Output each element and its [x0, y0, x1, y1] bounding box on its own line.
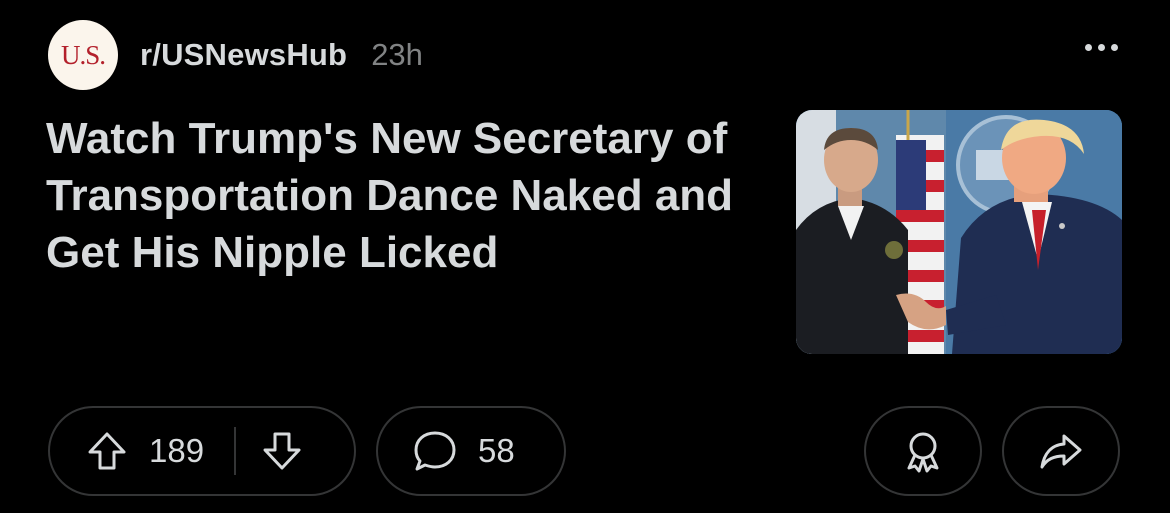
post-header: U.S. r/USNewsHub 23h	[48, 20, 423, 90]
subreddit-avatar[interactable]: U.S.	[48, 20, 118, 90]
award-button[interactable]	[864, 406, 982, 496]
post-card[interactable]: U.S. r/USNewsHub 23h Watch Trump's New S…	[0, 0, 1170, 513]
comment-count: 58	[478, 432, 515, 469]
vote-bar: 189	[48, 406, 356, 496]
upvote-count: 189	[149, 432, 205, 469]
post-thumbnail[interactable]	[796, 110, 1122, 354]
post-title[interactable]: Watch Trump's New Secretary of Transport…	[46, 110, 766, 281]
vote-divider	[234, 427, 237, 475]
downvote-button[interactable]	[260, 429, 304, 473]
upvote-arrow-icon	[88, 432, 126, 470]
post-age: 23h	[371, 37, 423, 72]
comments-button[interactable]: 58	[376, 406, 566, 496]
share-button[interactable]	[1002, 406, 1120, 496]
comment-icon-wrap	[412, 428, 458, 474]
downvote-arrow-icon	[263, 432, 301, 470]
avatar-text: U.S.	[60, 39, 106, 70]
upvote-button[interactable]	[85, 429, 129, 473]
award-icon	[907, 432, 939, 473]
subreddit-name[interactable]: r/USNewsHub	[140, 37, 347, 73]
comment-bubble-icon	[414, 431, 456, 471]
more-options-icon[interactable]	[1085, 44, 1118, 51]
share-arrow-icon	[1040, 434, 1082, 469]
